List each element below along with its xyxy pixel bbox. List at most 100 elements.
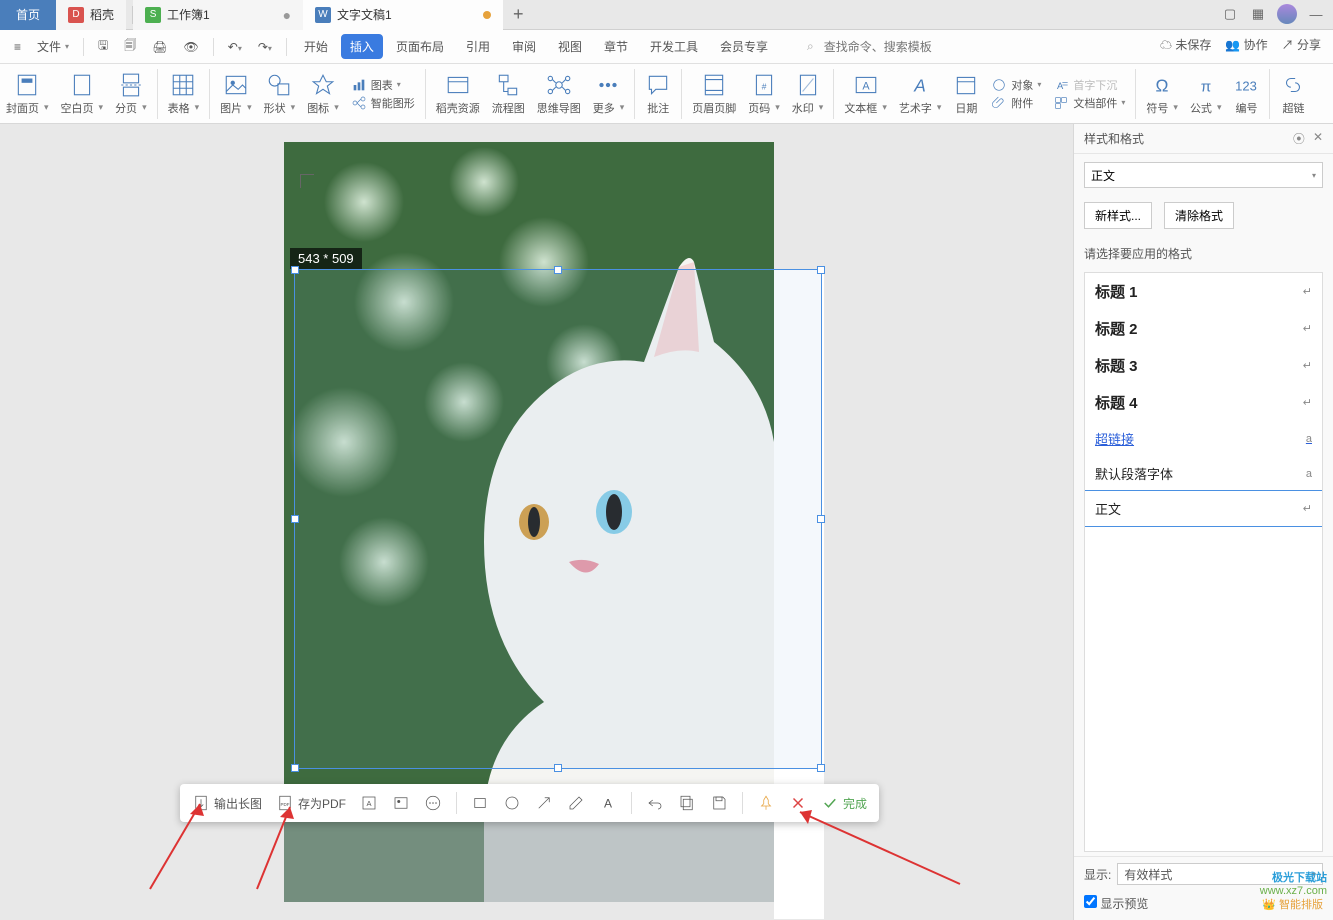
menu-start[interactable]: 开始 <box>295 34 337 59</box>
grid-icon[interactable]: ▦ <box>1249 5 1267 23</box>
pin-panel-icon[interactable]: ⦿ <box>1293 130 1305 147</box>
ribbon-page-break[interactable]: 分页 <box>109 65 153 123</box>
new-tab-button[interactable]: + <box>503 4 534 25</box>
more-tools-button[interactable] <box>420 790 446 816</box>
save-icon[interactable]: 🖫 <box>92 32 114 61</box>
ribbon-chart[interactable]: 图表▾ <box>351 77 415 93</box>
ribbon-smartart[interactable]: 智能图形 <box>351 95 415 111</box>
rect-tool-button[interactable] <box>467 790 493 816</box>
arrow-tool-button[interactable] <box>531 790 557 816</box>
menu-chapter[interactable]: 章节 <box>595 34 637 59</box>
circle-tool-button[interactable] <box>499 790 525 816</box>
save-pdf-button[interactable]: PDF存为PDF <box>272 790 350 816</box>
ribbon-icons[interactable]: 图标 <box>301 65 345 123</box>
ribbon-blank-page[interactable]: 空白页 <box>55 65 110 123</box>
close-icon[interactable]: ● <box>283 7 291 23</box>
ribbon-resource[interactable]: 稻壳资源 <box>430 65 486 123</box>
style-heading-4[interactable]: 标题 4↵ <box>1085 384 1322 421</box>
tab-dacell[interactable]: D 稻壳 <box>56 0 126 30</box>
menu-devtools[interactable]: 开发工具 <box>641 34 707 59</box>
ribbon-object[interactable]: 对象▾ <box>991 77 1041 93</box>
layout-icon[interactable]: ▢ <box>1221 5 1239 23</box>
ribbon-docparts[interactable]: 文档部件▾ <box>1053 95 1125 111</box>
save-tool-button[interactable] <box>706 790 732 816</box>
ribbon-wordart[interactable]: A艺术字 <box>893 65 948 123</box>
ribbon-textbox[interactable]: A文本框 <box>838 65 893 123</box>
current-style-select[interactable]: 正文 ▾ <box>1084 162 1323 188</box>
ribbon-shapes[interactable]: 形状 <box>258 65 302 123</box>
save-as-icon[interactable]: 🗐 <box>118 32 142 61</box>
redo-icon[interactable]: ↷▾ <box>252 36 278 58</box>
avatar-icon[interactable] <box>1277 4 1297 24</box>
print-preview-icon[interactable]: 👁 <box>178 36 205 58</box>
menu-insert[interactable]: 插入 <box>341 34 383 59</box>
minimize-icon[interactable]: — <box>1307 5 1325 23</box>
ribbon-cover-page[interactable]: 封面页 <box>0 65 55 123</box>
pen-tool-button[interactable] <box>563 790 589 816</box>
image-edit-button[interactable] <box>388 790 414 816</box>
ribbon-page-number[interactable]: #页码 <box>742 65 786 123</box>
tab-document[interactable]: W 文字文稿1 <box>303 0 503 30</box>
ribbon-mindmap[interactable]: 思维导图 <box>531 65 587 123</box>
pin-tool-button[interactable] <box>753 790 779 816</box>
style-hyperlink[interactable]: 超链接a <box>1085 421 1322 456</box>
new-style-button[interactable]: 新样式... <box>1084 202 1152 229</box>
menu-reference[interactable]: 引用 <box>457 34 499 59</box>
ribbon-number[interactable]: 123编号 <box>1227 65 1265 123</box>
file-menu[interactable]: 文件▾ <box>31 34 75 59</box>
copy-tool-button[interactable] <box>674 790 700 816</box>
resize-handle-se[interactable] <box>817 764 825 772</box>
hamburger-icon[interactable]: ≡ <box>8 36 27 58</box>
ribbon-more[interactable]: 更多 <box>587 65 631 123</box>
style-heading-1[interactable]: 标题 1↵ <box>1085 273 1322 310</box>
resize-handle-n[interactable] <box>554 266 562 274</box>
text-tool-button[interactable]: A <box>595 790 621 816</box>
style-heading-3[interactable]: 标题 3↵ <box>1085 347 1322 384</box>
style-heading-2[interactable]: 标题 2↵ <box>1085 310 1322 347</box>
ribbon-date[interactable]: 日期 <box>947 65 985 123</box>
ribbon-watermark[interactable]: 水印 <box>786 65 830 123</box>
resize-handle-ne[interactable] <box>817 266 825 274</box>
undo-tool-button[interactable] <box>642 790 668 816</box>
menu-member[interactable]: 会员专享 <box>711 34 777 59</box>
tab-workbook[interactable]: S 工作簿1 ● <box>133 0 303 30</box>
ocr-button[interactable]: A <box>356 790 382 816</box>
print-icon[interactable]: 🖨 <box>146 36 173 58</box>
menu-review[interactable]: 审阅 <box>503 34 545 59</box>
ribbon-table[interactable]: 表格 <box>162 65 206 123</box>
show-preview-checkbox[interactable]: 显示预览 <box>1084 895 1148 912</box>
style-body[interactable]: 正文↵ <box>1084 490 1323 527</box>
coop-button[interactable]: 👥 协作 <box>1225 36 1267 53</box>
unsaved-button[interactable]: ☁ 未保存 <box>1160 36 1211 53</box>
undo-icon[interactable]: ↶▾ <box>222 36 248 58</box>
ribbon-dropcap[interactable]: A首字下沉 <box>1053 77 1125 93</box>
screenshot-selection[interactable] <box>294 269 822 769</box>
search-input[interactable] <box>824 40 964 54</box>
ribbon-picture[interactable]: 图片 <box>214 65 258 123</box>
tab-home[interactable]: 首页 <box>0 0 56 30</box>
search-icon: ⌕ <box>801 35 820 58</box>
resize-handle-nw[interactable] <box>291 266 299 274</box>
share-button[interactable]: ↗ 分享 <box>1282 36 1321 53</box>
resize-handle-sw[interactable] <box>291 764 299 772</box>
menu-view[interactable]: 视图 <box>549 34 591 59</box>
ribbon-flowchart[interactable]: 流程图 <box>486 65 531 123</box>
export-long-image-button[interactable]: 输出长图 <box>188 790 266 816</box>
resize-handle-w[interactable] <box>291 515 299 523</box>
ribbon-attachment[interactable]: 附件 <box>991 95 1041 111</box>
done-button[interactable]: 完成 <box>817 790 871 816</box>
cancel-button[interactable] <box>785 790 811 816</box>
ribbon-formula[interactable]: π公式 <box>1184 65 1228 123</box>
ribbon-symbol[interactable]: Ω符号 <box>1140 65 1184 123</box>
style-list[interactable]: 标题 1↵ 标题 2↵ 标题 3↵ 标题 4↵ 超链接a 默认段落字体a 正文↵ <box>1084 272 1323 852</box>
ribbon-header-footer[interactable]: 页眉页脚 <box>686 65 742 123</box>
resize-handle-s[interactable] <box>554 764 562 772</box>
menu-page-layout[interactable]: 页面布局 <box>387 34 453 59</box>
resize-handle-e[interactable] <box>817 515 825 523</box>
close-panel-icon[interactable]: ✕ <box>1313 130 1323 147</box>
ribbon-comment[interactable]: 批注 <box>639 65 677 123</box>
clear-format-button[interactable]: 清除格式 <box>1164 202 1234 229</box>
style-default-font[interactable]: 默认段落字体a <box>1085 456 1322 491</box>
canvas[interactable]: 543 * 509 输出长图 PDF存为PDF A A <box>0 124 1073 920</box>
ribbon-hyperlink[interactable]: 超链 <box>1274 65 1312 123</box>
